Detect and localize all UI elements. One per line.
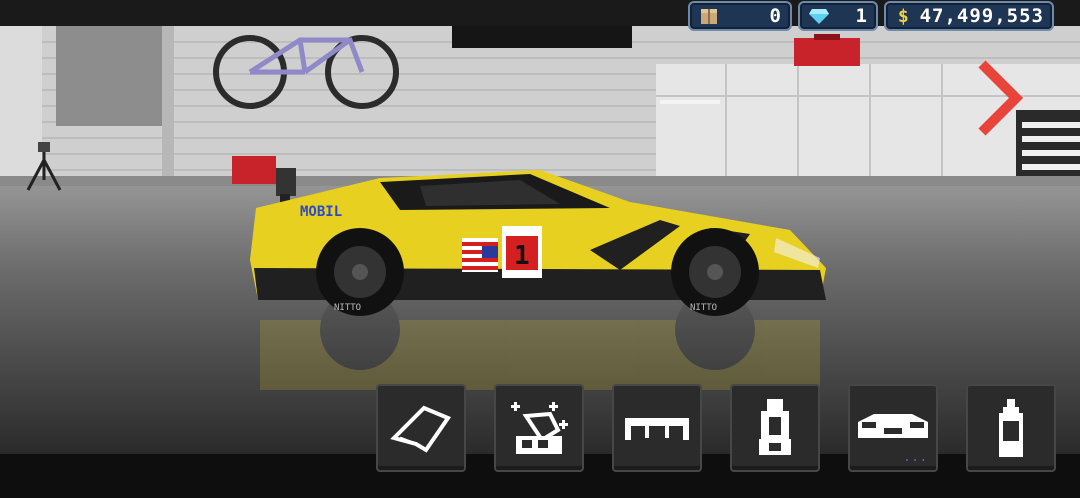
tune-button[interactable] bbox=[376, 384, 466, 472]
body-kit-button[interactable]: ... bbox=[848, 384, 938, 472]
diamonds-count: 1 bbox=[855, 5, 868, 27]
interior-button[interactable] bbox=[730, 384, 820, 472]
money-counter[interactable]: $ 47,499,553 bbox=[884, 1, 1054, 31]
spray-paint-button[interactable] bbox=[966, 384, 1056, 472]
tune-icon bbox=[390, 405, 452, 453]
diamond-icon bbox=[808, 5, 830, 27]
money-amount: 47,499,553 bbox=[919, 5, 1044, 27]
tire-text-rear: NITTO bbox=[334, 303, 361, 313]
currency-hud: 0 1 $ 47,499,553 bbox=[688, 0, 1054, 34]
race-number: 1 bbox=[514, 241, 530, 271]
selected-indicator: ... bbox=[903, 450, 928, 464]
dollar-icon: $ bbox=[897, 5, 910, 27]
diamonds-counter[interactable]: 1 bbox=[798, 1, 878, 31]
garage-scene: 0 1 $ 47,499,553 MOBIL 1 NITTO NITTO ... bbox=[0, 0, 1080, 498]
race-car: MOBIL 1 NITTO NITTO bbox=[232, 156, 826, 316]
crate-icon bbox=[698, 5, 720, 27]
tire-text-front: NITTO bbox=[690, 303, 717, 313]
seat-icon bbox=[759, 399, 791, 455]
next-arrow-icon[interactable] bbox=[968, 56, 1028, 140]
spray-can-icon bbox=[999, 399, 1023, 457]
sponsor-decal: MOBIL bbox=[300, 204, 342, 220]
parts-counter[interactable]: 0 bbox=[688, 1, 792, 31]
paint-icon bbox=[511, 402, 568, 454]
spoiler-icon bbox=[625, 418, 689, 440]
paint-shop-button[interactable] bbox=[494, 384, 584, 472]
parts-count: 0 bbox=[769, 5, 782, 27]
spoiler-button[interactable] bbox=[612, 384, 702, 472]
body-icon bbox=[858, 414, 928, 438]
